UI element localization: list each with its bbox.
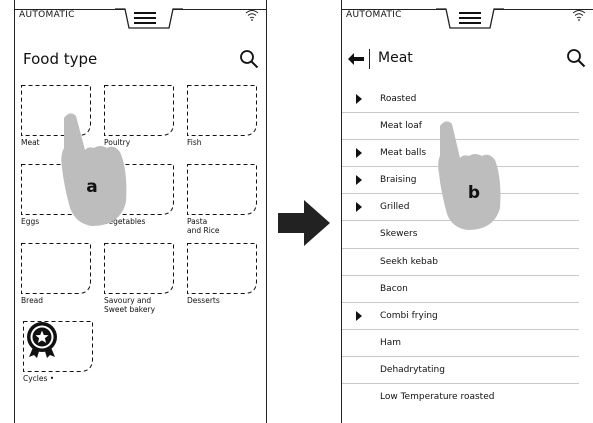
tile-desserts[interactable]: Desserts	[187, 243, 257, 305]
list-item-ham[interactable]: Ham	[342, 330, 579, 357]
list-item-label: Meat balls	[380, 148, 427, 159]
medal-icon	[27, 322, 57, 358]
back-arrow-icon[interactable]	[348, 53, 364, 65]
pointing-hand-icon: b	[438, 121, 501, 230]
tile-label: Pasta and Rice	[187, 217, 220, 235]
submenu-triangle-icon	[356, 148, 362, 159]
submenu-triangle-icon	[356, 175, 362, 186]
page-title: Food type	[23, 50, 98, 68]
list-item-label: Roasted	[380, 94, 417, 104]
hamburger-icon[interactable]	[134, 11, 156, 25]
list-item-label: Meat loaf	[380, 121, 422, 132]
tile-pasta-rice[interactable]: Pasta and Rice	[187, 164, 257, 235]
list-item-label: Bacon	[380, 283, 408, 294]
list-item-bacon[interactable]: Bacon	[342, 276, 579, 303]
header-separator	[369, 49, 370, 69]
hamburger-icon[interactable]	[459, 11, 481, 25]
callout-a: a	[86, 177, 97, 197]
list-item-label: Ham	[380, 337, 402, 348]
tile-bread[interactable]: Bread	[21, 243, 91, 305]
menu-tab[interactable]	[115, 7, 183, 31]
tile-label: Fish	[187, 138, 202, 147]
tile-label: Meat	[21, 138, 40, 147]
list-item-dehydrating[interactable]: Dehadrytating	[342, 357, 579, 385]
tile-cycles[interactable]: Cycles •	[23, 321, 93, 383]
tile-savoury-sweet-bakery[interactable]: Savoury and Sweet bakery	[104, 243, 174, 314]
mode-label: AUTOMATIC	[19, 10, 75, 20]
list-item-label: Low Temperature roasted	[380, 392, 495, 403]
tile-fish[interactable]: Fish	[187, 85, 257, 147]
right-arrow-icon	[278, 200, 330, 246]
page-title: Meat	[378, 50, 413, 66]
wifi-icon	[245, 10, 259, 21]
list-item-label: Combi frying	[380, 310, 438, 321]
tile-label: Cycles •	[23, 374, 55, 383]
pointing-hand-icon: a	[61, 113, 127, 226]
page-header: Meat	[342, 44, 593, 74]
tile-label: Eggs	[21, 217, 40, 226]
list-item-label: Skewers	[380, 229, 418, 240]
search-icon[interactable]	[239, 49, 259, 69]
search-icon[interactable]	[566, 48, 586, 68]
list-item-roasted[interactable]: Roasted	[342, 86, 579, 114]
submenu-triangle-icon	[356, 310, 362, 321]
callout-b: b	[468, 183, 480, 203]
menu-tab[interactable]	[436, 7, 504, 31]
list-item-combi-frying[interactable]: Combi frying	[342, 303, 579, 330]
wifi-icon	[572, 10, 586, 21]
list-item-label: Dehadrytating	[380, 364, 445, 375]
submenu-triangle-icon	[356, 94, 362, 104]
list-item-label: Seekh kebab	[380, 256, 438, 267]
list-item-low-temperature-roasted[interactable]: Low Temperature roasted	[342, 384, 579, 410]
submenu-triangle-icon	[356, 202, 362, 213]
list-item-label: Grilled	[380, 202, 410, 213]
mode-label: AUTOMATIC	[346, 10, 402, 20]
list-item-label: Braising	[380, 175, 417, 186]
list-item-seekh-kebab[interactable]: Seekh kebab	[342, 249, 579, 276]
tile-label: Savoury and Sweet bakery	[104, 296, 156, 314]
tile-label: Desserts	[187, 296, 220, 305]
tile-label: Bread	[21, 296, 44, 305]
